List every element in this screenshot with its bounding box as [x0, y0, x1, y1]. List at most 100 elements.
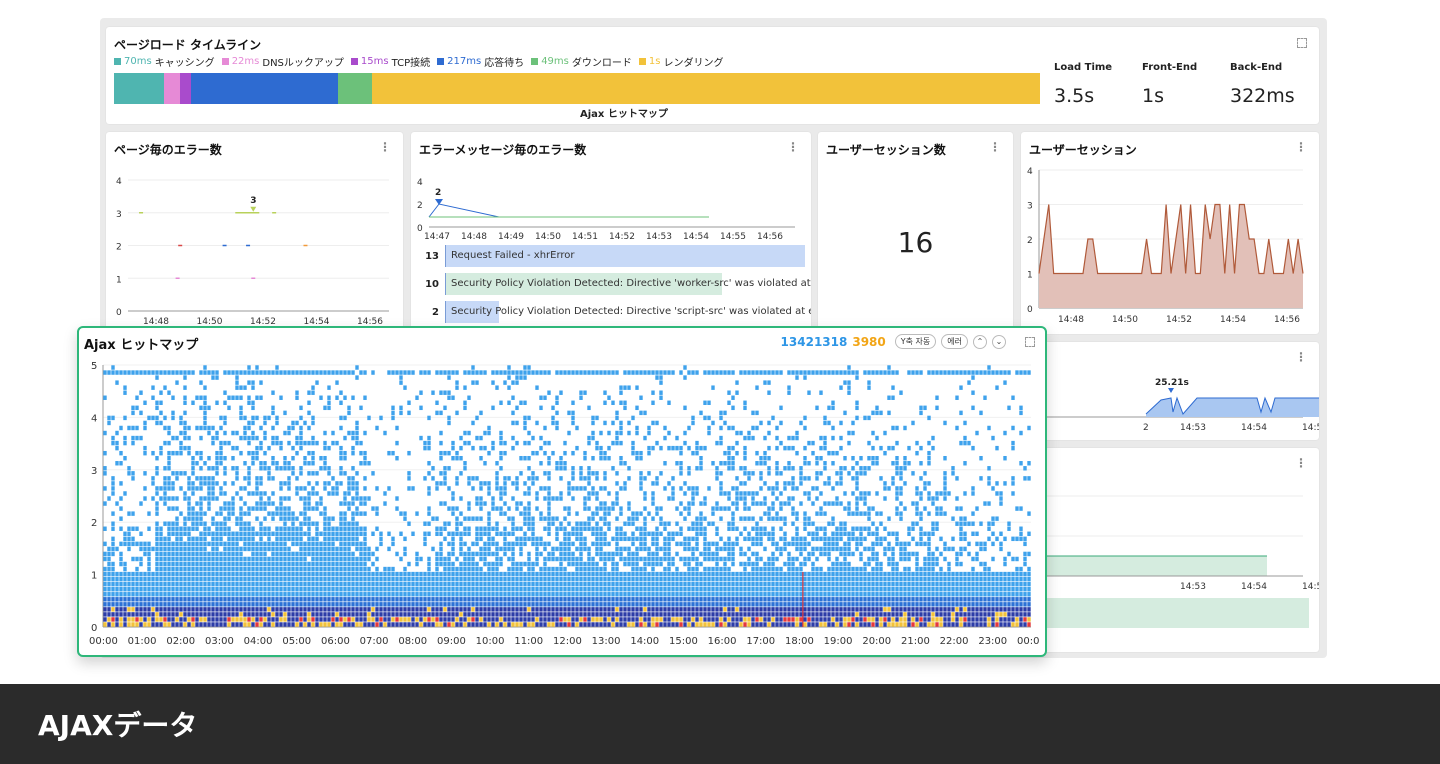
x-tick-label: 12:00 — [553, 636, 582, 647]
x-tick-label: 14:55 — [720, 232, 746, 242]
error-message-row[interactable]: 13 Request Failed - xhrError — [419, 245, 805, 267]
x-tick-label: 14:54 — [683, 232, 709, 242]
timeline-segment[interactable] — [372, 73, 1040, 104]
timeline-segment[interactable] — [179, 73, 191, 104]
x-tick-label: 14:00 — [630, 636, 659, 647]
y-tick-label: 1 — [91, 571, 97, 582]
legend-value: 22ms — [231, 56, 260, 67]
legend-item: 70ms キャッシング — [114, 54, 215, 69]
error-message-row[interactable]: 2 Security Policy Violation Detected: Dir… — [419, 301, 811, 323]
x-tick-label: 17:00 — [746, 636, 775, 647]
timeline-segment[interactable] — [190, 73, 339, 104]
error-count: 3980 — [852, 334, 886, 349]
x-tick-label: 14:52 — [1166, 315, 1192, 325]
response-time-card: ⋮ 214:5314:5414:5514:5625.21s — [1021, 342, 1319, 440]
error-count: 13 — [425, 250, 439, 262]
x-tick-label: 09:00 — [437, 636, 466, 647]
timeline-segment[interactable] — [114, 73, 164, 104]
legend-item: 217ms 応答待ち — [437, 54, 524, 69]
x-tick-label: 19:00 — [824, 636, 853, 647]
y-tick-label: 2 — [116, 243, 122, 253]
x-tick-label: 00:00 — [89, 636, 118, 647]
x-tick-label: 14:51 — [572, 232, 598, 242]
dashboard-stage: ページロード タイムライン 70ms キャッシング 22ms DNSルックアップ 15m… — [0, 0, 1440, 684]
y-tick-label: 1 — [1027, 271, 1033, 281]
legend-value: 217ms — [447, 56, 482, 67]
y-tick-label: 4 — [1027, 167, 1033, 177]
peak-label: 25.21s — [1155, 378, 1189, 388]
expand-icon[interactable] — [1025, 336, 1035, 347]
y-tick-label: 0 — [116, 308, 122, 318]
chevron-down-icon[interactable]: ⌄ — [992, 334, 1006, 349]
x-tick-label: 14:56 — [1274, 315, 1300, 325]
bar — [1021, 556, 1267, 576]
x-tick-label: 04:00 — [244, 636, 273, 647]
heatmap-title: Ajax ヒットマップ — [84, 338, 199, 353]
error-count: 2 — [432, 306, 439, 318]
peak-label: 2 — [435, 188, 441, 198]
user-session-count-title: ユーザーセッション数 — [826, 143, 946, 157]
x-tick-label: 15:00 — [669, 636, 698, 647]
legend-value: 49ms — [541, 56, 569, 67]
x-tick-label: 14:52 — [609, 232, 635, 242]
x-tick-label: 06:00 — [321, 636, 350, 647]
error-message-text: Security Policy Violation Detected: Dire… — [451, 306, 811, 317]
x-tick-label: 14:56 — [757, 232, 783, 242]
error-messages-card: エラーメッセージ毎のエラー数 ⋮ 4 2 0 14:47 14:48 14:49 14:50… — [411, 132, 811, 342]
error-filter-button[interactable]: 에러 — [941, 334, 968, 349]
timeline-segment[interactable] — [338, 73, 373, 104]
metric-label: Back-End — [1230, 62, 1283, 73]
error-message-text: Security Policy Violation Detected: Dire… — [451, 278, 811, 289]
heatmap-toolbar: 13421318 3980 Y축 자동 에러 ⌃ ⌄ — [781, 334, 1035, 349]
bar — [1021, 598, 1309, 628]
y-tick-label: 4 — [91, 413, 97, 424]
user-session-count-card: ユーザーセッション数 ⋮ 16 — [818, 132, 1013, 342]
more-menu-icon[interactable]: ⋮ — [989, 140, 1001, 154]
y-tick-label: 2 — [1027, 236, 1033, 246]
page-errors-card: ページ毎のエラー数 ⋮ 4 3 2 1 0 14:48 14:50 14:52 14:54 14:… — [106, 132, 403, 342]
metric-back-end: Back-End 322ms — [1230, 62, 1295, 107]
x-tick-label: 14:50 — [535, 232, 561, 242]
ajax-heatmap-panel: Ajax ヒットマップ 13421318 3980 Y축 자동 에러 ⌃ ⌄ 5… — [77, 326, 1047, 657]
x-tick-label: 11:00 — [514, 636, 543, 647]
legend-label: 応答待ち — [484, 58, 525, 69]
legend-item: 49ms ダウンロード — [531, 54, 632, 69]
footer-banner: AJAXデータ — [0, 684, 1440, 764]
error-count: 10 — [425, 278, 439, 290]
x-tick-label: 05:00 — [282, 636, 311, 647]
legend-swatch — [437, 58, 445, 65]
success-count: 13421318 — [780, 334, 848, 349]
user-session-count-value: 16 — [897, 226, 934, 259]
x-tick-label: 14:53 — [1180, 582, 1206, 592]
x-tick-label: 03:00 — [205, 636, 234, 647]
timeline-segment[interactable] — [164, 73, 180, 104]
area-fill — [1039, 204, 1303, 308]
x-tick-label: 14:50 — [1112, 315, 1138, 325]
chevron-up-icon[interactable]: ⌃ — [973, 334, 987, 349]
metric-load-time: Load Time 3.5s — [1054, 62, 1112, 107]
expand-icon[interactable] — [1297, 38, 1307, 48]
y-axis-auto-button[interactable]: Y축 자동 — [894, 334, 937, 349]
error-message-row[interactable]: 10 Security Policy Violation Detected: Di… — [419, 273, 811, 295]
heatmap-chart[interactable]: 5 4 3 2 1 0 00:00 01:00 02:00 03:00 04:00 05:00 06:0… — [79, 355, 1045, 655]
error-bar-track: Security Policy Violation Detected: Dire… — [445, 273, 811, 295]
metric-label: Load Time — [1054, 62, 1113, 73]
error-messages-chart: 4 2 014:47 14:48 14:49 14:50 14:51 14:52 14:53 14… — [417, 178, 795, 242]
error-bar-track: Security Policy Violation Detected: Dire… — [445, 301, 811, 323]
legend-swatch — [531, 58, 539, 65]
x-tick-label: 21:00 — [901, 636, 930, 647]
timeline-legend: 70ms キャッシング 22ms DNSルックアップ 15ms TCP接続 217ms 応答待… — [114, 54, 723, 69]
peak-marker — [1168, 388, 1174, 393]
y-tick-label: 0 — [417, 224, 423, 234]
legend-item: 22ms DNSルックアップ — [221, 54, 344, 69]
series-line — [428, 203, 709, 218]
x-tick-label: 14:55 — [1302, 423, 1319, 433]
x-tick-label: 14:53 — [1180, 423, 1206, 433]
x-tick-label: 14:53 — [646, 232, 672, 242]
metric-label: Front-End — [1142, 62, 1198, 73]
y-tick-label: 1 — [116, 275, 122, 285]
y-tick-label: 0 — [1027, 305, 1033, 315]
timeline-bar — [114, 73, 1040, 104]
page-load-timeline-card: ページロード タイムライン 70ms キャッシング 22ms DNSルックアップ 15m… — [106, 27, 1319, 124]
x-tick-label: 14:55 — [1302, 582, 1319, 592]
